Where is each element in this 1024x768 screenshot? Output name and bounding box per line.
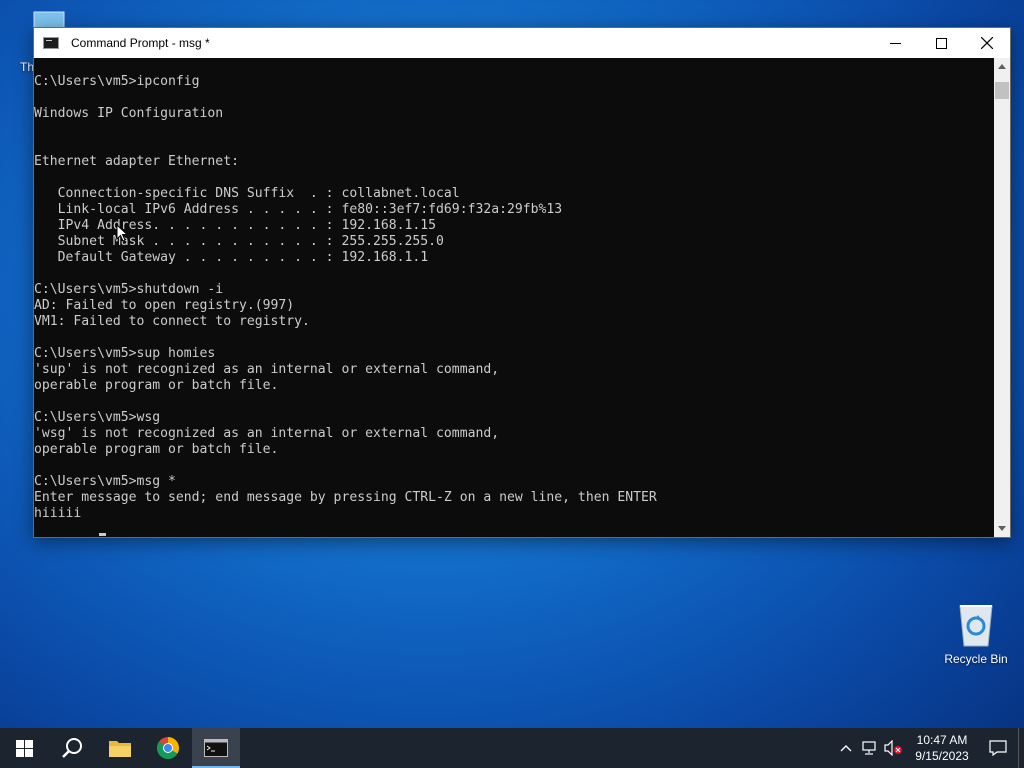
command-prompt-icon (43, 37, 59, 49)
search-button[interactable] (48, 728, 96, 768)
volume-tray-button[interactable] (882, 728, 906, 768)
action-center-button[interactable] (978, 728, 1018, 768)
console-line: operable program or batch file. (34, 378, 279, 393)
close-icon (981, 37, 993, 49)
console-line: operable program or batch file. (34, 442, 279, 457)
console-line: IPv4 Address. . . . . . . . . . . : 192.… (34, 218, 437, 233)
search-icon (62, 738, 82, 758)
recycle-bin-icon (959, 605, 993, 647)
console-line: VM1: Failed to connect to registry. (34, 314, 310, 329)
console-line: Windows IP Configuration (34, 106, 224, 121)
command-prompt-window[interactable]: Command Prompt - msg * C:\Users\vm5>ipco… (33, 27, 1011, 538)
chevron-up-icon (840, 745, 852, 752)
command-prompt-icon (204, 739, 228, 757)
window-titlebar[interactable]: Command Prompt - msg * (34, 28, 1010, 58)
scroll-up-button[interactable] (994, 58, 1010, 75)
start-button[interactable] (0, 728, 48, 768)
scroll-down-button[interactable] (994, 520, 1010, 537)
chrome-button[interactable] (144, 728, 192, 768)
vertical-scrollbar[interactable] (994, 58, 1010, 537)
console-output[interactable]: C:\Users\vm5>ipconfig Windows IP Configu… (34, 58, 995, 537)
minimize-button[interactable] (872, 28, 918, 58)
mouse-pointer-icon (116, 224, 128, 242)
console-line: 'wsg' is not recognized as an internal o… (34, 426, 500, 441)
clock-time: 10:47 AM (916, 733, 968, 747)
console-line: C:\Users\vm5>sup homies (34, 346, 216, 361)
maximize-button[interactable] (918, 28, 964, 58)
console-line: Connection-specific DNS Suffix . : colla… (34, 186, 460, 201)
close-button[interactable] (964, 28, 1010, 58)
console-line: hiiiii (34, 506, 82, 521)
clock-date: 9/15/2023 (915, 749, 969, 763)
console-line: C:\Users\vm5>ipconfig (34, 74, 200, 89)
chrome-icon (156, 737, 179, 759)
console-text: C:\Users\vm5>ipconfig Windows IP Configu… (34, 58, 995, 522)
console-line: C:\Users\vm5>msg * (34, 474, 176, 489)
system-tray: 10:47 AM 9/15/2023 (834, 728, 1024, 768)
console-line: AD: Failed to open registry.(997) (34, 298, 295, 313)
recycle-bin-label: Recycle Bin (944, 652, 1008, 666)
console-line: Subnet Mask . . . . . . . . . . . : 255.… (34, 234, 444, 249)
file-explorer-button[interactable] (96, 728, 144, 768)
notification-icon (989, 740, 1007, 756)
show-desktop-button[interactable] (1018, 728, 1024, 768)
window-title: Command Prompt - msg * (71, 36, 210, 50)
minimize-icon (889, 42, 901, 44)
network-tray-button[interactable] (858, 728, 882, 768)
text-cursor (99, 533, 106, 536)
chevron-up-icon (998, 64, 1006, 69)
recycle-bin-desktop-icon[interactable]: Recycle Bin (936, 600, 1016, 666)
windows-logo-icon (15, 739, 33, 757)
command-prompt-taskbar-button[interactable] (192, 728, 240, 768)
console-line: C:\Users\vm5>shutdown -i (34, 282, 224, 297)
maximize-icon (935, 37, 947, 49)
console-line: Enter message to send; end message by pr… (34, 490, 657, 505)
network-icon (862, 741, 876, 755)
file-explorer-icon (109, 741, 131, 757)
taskbar: 10:47 AM 9/15/2023 (0, 728, 1024, 768)
chevron-down-icon (998, 526, 1006, 531)
scroll-thumb[interactable] (995, 82, 1009, 99)
show-hidden-icons-button[interactable] (834, 728, 858, 768)
console-line: Link-local IPv6 Address . . . . . : fe80… (34, 202, 563, 217)
volume-muted-icon (884, 740, 902, 756)
console-line: Ethernet adapter Ethernet: (34, 154, 239, 169)
console-line: Default Gateway . . . . . . . . . : 192.… (34, 250, 429, 265)
taskbar-clock[interactable]: 10:47 AM 9/15/2023 (906, 732, 978, 764)
this-pc-label: Th (20, 60, 35, 74)
console-line: 'sup' is not recognized as an internal o… (34, 362, 500, 377)
console-line: C:\Users\vm5>wsg (34, 410, 161, 425)
